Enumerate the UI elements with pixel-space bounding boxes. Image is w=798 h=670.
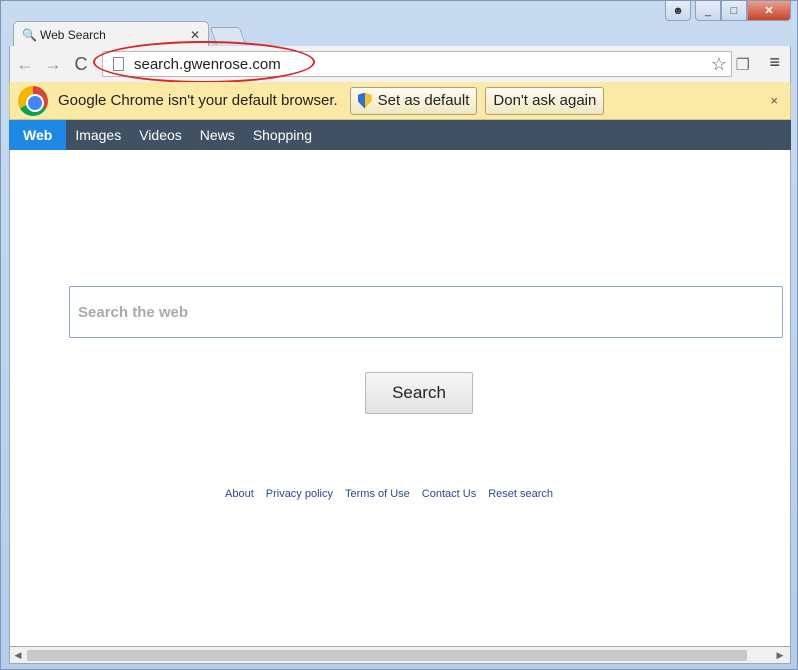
footer-link-privacy[interactable]: Privacy policy: [266, 488, 333, 500]
infobar-close-icon[interactable]: ×: [770, 93, 778, 108]
search-icon: 🔍: [22, 27, 37, 42]
scroll-right-icon[interactable]: ▶: [772, 650, 788, 661]
scroll-left-icon[interactable]: ◀: [10, 650, 26, 661]
extension-icon[interactable]: ❐: [736, 55, 750, 75]
page-icon: [113, 57, 124, 71]
back-button[interactable]: ←: [12, 51, 38, 77]
bookmark-star-icon[interactable]: ☆: [711, 54, 727, 75]
nav-tab-web[interactable]: Web: [9, 120, 67, 150]
new-tab-button[interactable]: [209, 27, 247, 45]
dont-ask-again-button[interactable]: Don't ask again: [485, 86, 605, 115]
reload-button[interactable]: C: [68, 51, 94, 77]
default-browser-infobar: Google Chrome isn't your default browser…: [9, 82, 791, 120]
page-content: Search About Privacy policy Terms of Use…: [9, 150, 791, 646]
close-window-button[interactable]: ✕: [747, 1, 791, 21]
browser-toolbar: ← → C search.gwenrose.com ☆ ❐ ≡: [9, 46, 791, 82]
nav-tab-shopping[interactable]: Shopping: [244, 120, 321, 150]
tab-title: Web Search: [40, 27, 106, 42]
set-as-default-button[interactable]: Set as default: [349, 86, 478, 115]
menu-icon[interactable]: ≡: [769, 52, 780, 73]
scrollbar-thumb[interactable]: [27, 650, 747, 661]
nav-tab-videos[interactable]: Videos: [130, 120, 191, 150]
footer-link-reset[interactable]: Reset search: [488, 488, 553, 500]
footer-link-terms[interactable]: Terms of Use: [345, 488, 410, 500]
nav-tab-news[interactable]: News: [191, 120, 244, 150]
minimize-button[interactable]: _: [695, 1, 721, 21]
forward-button[interactable]: →: [40, 51, 66, 77]
infobar-message: Google Chrome isn't your default browser…: [58, 92, 338, 109]
search-button[interactable]: Search: [365, 372, 473, 414]
tab-close-icon[interactable]: ✕: [190, 28, 200, 42]
nav-tab-images[interactable]: Images: [66, 120, 130, 150]
footer-links: About Privacy policy Terms of Use Contac…: [225, 488, 553, 500]
tab-web-search[interactable]: 🔍 Web Search ✕: [13, 21, 209, 47]
search-input[interactable]: [69, 286, 783, 338]
address-bar[interactable]: search.gwenrose.com ☆: [102, 51, 732, 77]
user-icon[interactable]: ☻: [665, 1, 691, 21]
url-text[interactable]: search.gwenrose.com: [134, 56, 281, 73]
maximize-button[interactable]: □: [721, 1, 747, 21]
footer-link-contact[interactable]: Contact Us: [422, 488, 476, 500]
horizontal-scrollbar[interactable]: ◀ ▶: [9, 646, 791, 664]
footer-link-about[interactable]: About: [225, 488, 254, 500]
shield-icon: [357, 92, 372, 109]
window-controls: ☻ _ □ ✕: [665, 1, 791, 21]
browser-window: ☻ _ □ ✕ 🔍 Web Search ✕ ← → C search.gwen…: [0, 0, 798, 670]
chrome-logo-icon: [18, 85, 48, 116]
set-as-default-label: Set as default: [377, 92, 470, 109]
search-nav: Web Images Videos News Shopping: [9, 120, 791, 150]
